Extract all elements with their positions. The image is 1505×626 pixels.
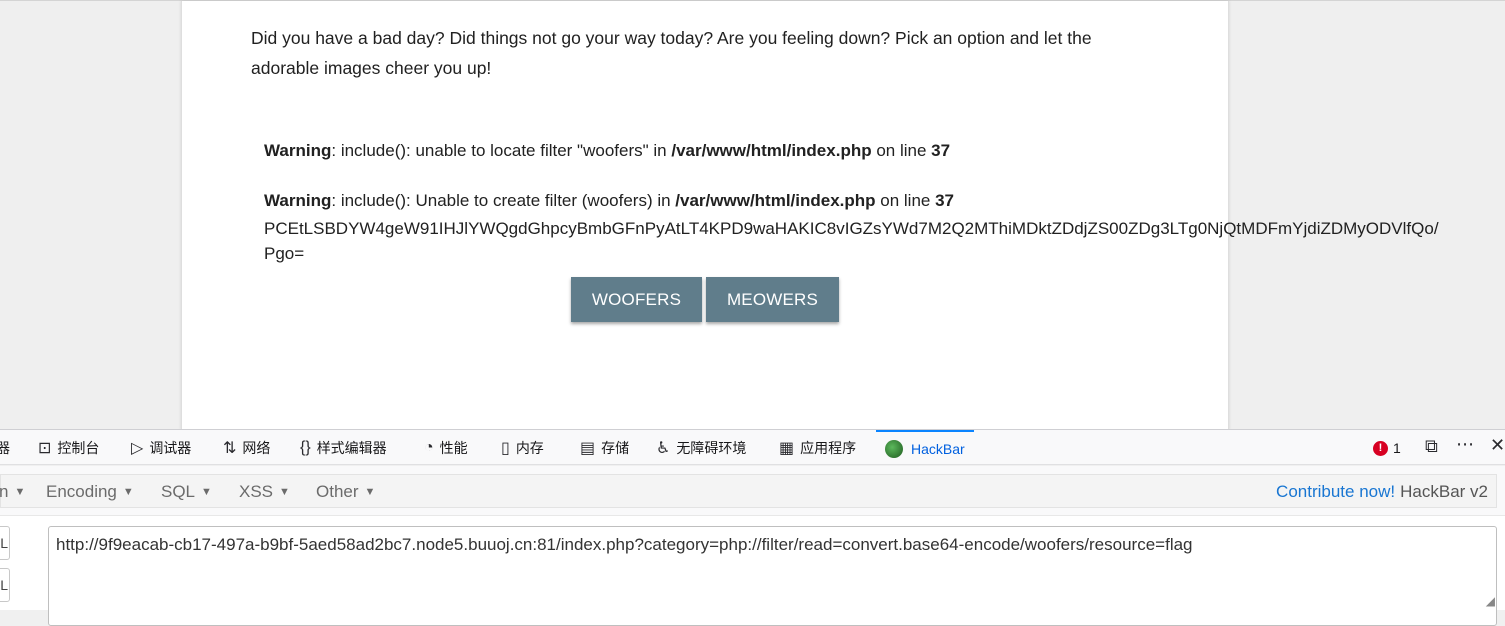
chevron-down-icon: ▼ bbox=[201, 486, 212, 498]
memory-icon: ▯ bbox=[501, 440, 510, 457]
tab-label: 调试器 bbox=[149, 440, 192, 456]
warning-file: /var/www/html/index.php bbox=[671, 141, 872, 160]
accessibility-icon: ♿ bbox=[656, 440, 671, 457]
more-options-icon[interactable]: ⋯ bbox=[1456, 434, 1474, 455]
menu-label: SQL bbox=[161, 482, 196, 501]
php-warning-2: Warning: include(): Unable to create fil… bbox=[264, 191, 954, 211]
console-icon: ⊡ bbox=[38, 440, 52, 457]
tab-network[interactable]: ⇅ 网络 bbox=[223, 430, 270, 466]
chevron-down-icon: ▼ bbox=[364, 486, 376, 498]
error-icon: ! bbox=[1373, 440, 1388, 456]
tab-accessibility[interactable]: ♿ 无障碍环境 bbox=[656, 430, 746, 466]
browser-viewport: Did you have a bad day? Did things not g… bbox=[0, 0, 1505, 430]
tab-label: 性能 bbox=[439, 440, 468, 456]
tab-hackbar[interactable]: HackBar bbox=[876, 430, 974, 465]
resize-handle-icon[interactable]: ◢ bbox=[1486, 594, 1495, 608]
warning-line-number: 37 bbox=[935, 191, 955, 210]
menu-label: Encoding bbox=[46, 482, 117, 501]
hackbar-menu-bar: n ▼ Encoding ▼ SQL ▼ XSS ▼ Other ▼ Contribute… bbox=[0, 474, 1497, 508]
url-input[interactable]: http://9f9eacab-cb17-497a-b9bf-5aed58ad2… bbox=[48, 526, 1497, 626]
menu-label: n bbox=[0, 482, 9, 501]
warning-on-line: on line bbox=[875, 191, 936, 210]
tab-inspector[interactable]: 器 bbox=[0, 430, 10, 466]
warning-label: Warning bbox=[264, 141, 332, 160]
base64-line-1: PCEtLSBDYW4geW91IHJlYWQgdGhpcyBmbGFnPyAt… bbox=[264, 219, 1439, 238]
tab-storage[interactable]: ▤ 存储 bbox=[580, 430, 629, 466]
performance-icon: ◔ bbox=[424, 439, 434, 456]
menu-label: Other bbox=[316, 482, 359, 501]
base64-line-2: Pgo= bbox=[264, 244, 305, 263]
warning-on-line: on line bbox=[871, 141, 932, 160]
menu-cut-off[interactable]: n ▼ bbox=[0, 475, 25, 509]
menu-sql[interactable]: SQL ▼ bbox=[161, 475, 212, 509]
close-icon[interactable]: ✕ bbox=[1490, 435, 1505, 456]
tab-label: 存储 bbox=[601, 440, 630, 456]
tab-label: HackBar bbox=[911, 440, 965, 457]
chevron-down-icon: ▼ bbox=[279, 486, 290, 498]
tab-application[interactable]: ▦ 应用程序 bbox=[779, 430, 856, 466]
tab-performance[interactable]: ◔ 性能 bbox=[424, 430, 468, 466]
hackbar-toolbar: n ▼ Encoding ▼ SQL ▼ XSS ▼ Other ▼ Contribute… bbox=[0, 466, 1505, 516]
tab-style-editor[interactable]: {} 样式编辑器 bbox=[300, 430, 387, 466]
tab-console[interactable]: ⊡ 控制台 bbox=[38, 430, 99, 466]
warning-file: /var/www/html/index.php bbox=[675, 191, 876, 210]
hackbar-body: RL RL http://9f9eacab-cb17-497a-b9bf-5ae… bbox=[0, 516, 1505, 626]
tab-memory[interactable]: ▯ 内存 bbox=[501, 430, 544, 466]
meowers-button[interactable]: MEOWERS bbox=[706, 277, 839, 322]
devtools-tab-bar: 器 ⊡ 控制台 ▷ 调试器 ⇅ 网络 {} 样式编辑器 ◔ 性能 ▯ 内存 ▤ 存储 ♿ 无障碍… bbox=[0, 429, 1505, 465]
error-count: 1 bbox=[1393, 440, 1401, 456]
tab-label: 控制台 bbox=[57, 440, 100, 456]
php-warning-1: Warning: include(): unable to locate fil… bbox=[264, 141, 950, 161]
chevron-down-icon: ▼ bbox=[122, 486, 134, 498]
base64-output: PCEtLSBDYW4geW91IHJlYWQgdGhpcyBmbGFnPyAt… bbox=[264, 216, 1439, 266]
url-text: http://9f9eacab-cb17-497a-b9bf-5aed58ad2… bbox=[56, 535, 1193, 554]
tab-label: 网络 bbox=[242, 440, 271, 456]
tab-label: 样式编辑器 bbox=[316, 440, 387, 456]
intro-text: Did you have a bad day? Did things not g… bbox=[251, 28, 1092, 78]
tab-label: 无障碍环境 bbox=[676, 440, 747, 456]
split-url-button[interactable]: RL bbox=[0, 568, 10, 602]
tab-label: 器 bbox=[0, 440, 10, 456]
error-count-badge[interactable]: ! 1 bbox=[1373, 440, 1401, 456]
warning-label: Warning bbox=[264, 191, 332, 210]
storage-icon: ▤ bbox=[580, 440, 596, 457]
tab-debugger[interactable]: ▷ 调试器 bbox=[131, 430, 191, 466]
contribute-area: Contribute now! HackBar v2 bbox=[1276, 475, 1488, 509]
chevron-down-icon: ▼ bbox=[14, 486, 26, 498]
hackbar-icon bbox=[885, 439, 903, 458]
menu-encoding[interactable]: Encoding ▼ bbox=[46, 475, 134, 509]
menu-xss[interactable]: XSS ▼ bbox=[239, 475, 290, 509]
woofers-button[interactable]: WOOFERS bbox=[571, 277, 702, 322]
debugger-icon: ▷ bbox=[131, 440, 144, 457]
tab-label: 内存 bbox=[515, 440, 544, 456]
network-icon: ⇅ bbox=[223, 440, 237, 457]
contribute-link[interactable]: Contribute now! bbox=[1276, 482, 1395, 502]
menu-label: XSS bbox=[239, 482, 274, 501]
tab-label: 应用程序 bbox=[800, 440, 857, 456]
hackbar-version: HackBar v2 bbox=[1400, 482, 1488, 501]
application-icon: ▦ bbox=[779, 440, 795, 457]
dock-side-icon[interactable]: ⧉ bbox=[1425, 436, 1438, 457]
load-url-button[interactable]: RL bbox=[0, 526, 10, 560]
warning-line-number: 37 bbox=[931, 141, 951, 160]
menu-other[interactable]: Other ▼ bbox=[316, 475, 375, 509]
warning-message: : include(): Unable to create filter (wo… bbox=[331, 191, 676, 210]
warning-message: : include(): unable to locate filter "wo… bbox=[331, 141, 672, 160]
style-editor-icon: {} bbox=[300, 439, 311, 456]
